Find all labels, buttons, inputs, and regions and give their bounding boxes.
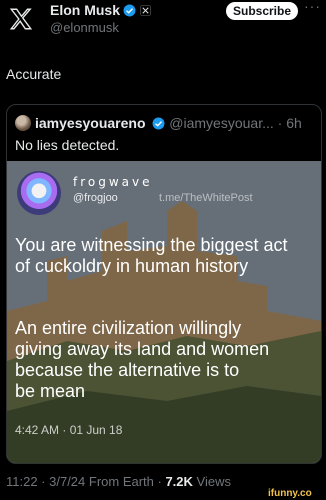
post-header: Elon Musk @elonmusk Subscribe ···	[0, 0, 326, 50]
media-line: An entire civilization willingly	[15, 318, 242, 338]
quoted-time: · 6h	[277, 115, 302, 131]
quoted-post-header: iamyesyouareno @iamyesyouar... · 6h	[15, 115, 302, 131]
quoted-post[interactable]: iamyesyouareno @iamyesyouar... · 6h No l…	[6, 104, 322, 464]
quoted-author-name[interactable]: iamyesyouareno	[35, 115, 146, 131]
ifunny-watermark: ifunny.co	[268, 488, 312, 499]
post-text: Accurate	[6, 66, 62, 82]
quoted-avatar[interactable]	[15, 115, 31, 131]
author-name[interactable]: Elon Musk	[50, 2, 120, 18]
x-affiliation-icon	[140, 5, 151, 16]
media-author-handle: @frogjoo	[73, 192, 118, 204]
post-meta: 11:22 · 3/7/24 From Earth · 7.2K Views	[6, 474, 231, 489]
media-text-block-1: You are witnessing the biggest act of cu…	[15, 235, 315, 277]
author-handle[interactable]: @elonmusk	[50, 20, 119, 35]
media-timestamp: 4:42 AM · 01 Jun 18	[15, 423, 123, 437]
quoted-media-image[interactable]: frogwave @frogjoo t.me/TheWhitePost You …	[7, 161, 321, 463]
media-avatar	[17, 171, 61, 215]
verified-badge-icon	[152, 117, 165, 130]
post-timestamp[interactable]: 11:22 · 3/7/24 From Earth ·	[6, 474, 165, 489]
subscribe-button[interactable]: Subscribe	[226, 2, 298, 20]
media-line: You are witnessing the biggest act	[15, 235, 288, 255]
media-text-block-2: An entire civilization willingly giving …	[15, 318, 315, 402]
author-name-row[interactable]: Elon Musk	[50, 2, 151, 18]
views-label: Views	[192, 474, 231, 489]
quoted-post-text: No lies detected.	[15, 137, 120, 153]
media-line: because the alternative is to	[15, 360, 240, 380]
more-options-icon[interactable]: ···	[304, 0, 321, 14]
x-logo-icon[interactable]	[8, 6, 34, 32]
media-line: of cuckoldry in human history	[15, 256, 249, 276]
verified-badge-icon	[123, 4, 136, 17]
quoted-author-handle[interactable]: @iamyesyouar...	[169, 115, 273, 131]
media-watermark: t.me/TheWhitePost	[159, 192, 253, 204]
media-line: be mean	[15, 381, 86, 401]
views-count: 7.2K	[165, 474, 193, 489]
media-line: giving away its land and women	[15, 339, 270, 359]
media-author-name: frogwave	[73, 175, 153, 189]
